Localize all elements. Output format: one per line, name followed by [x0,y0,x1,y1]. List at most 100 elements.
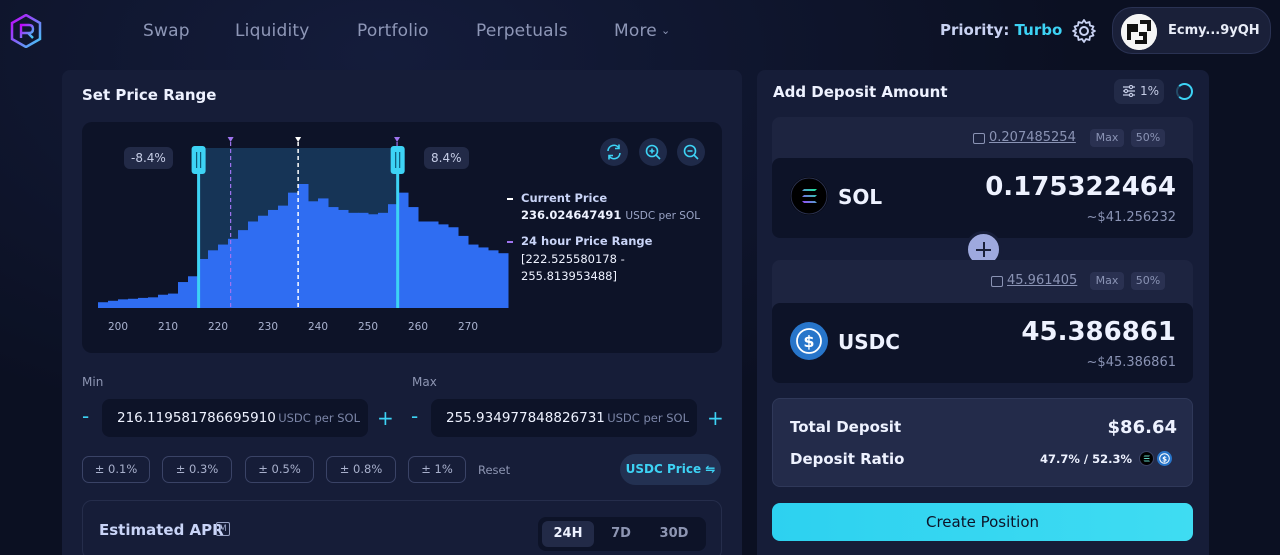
liquidity-bar [188,276,199,308]
refresh-chart-button[interactable] [600,138,628,166]
liquidity-bar [318,198,329,308]
wallet-button[interactable]: Ecmy...9yQH [1112,7,1271,54]
wallet-avatar-icon [1121,14,1157,50]
current-price-unit: USDC per SOL [625,210,701,222]
usdc-max-button[interactable]: Max [1090,272,1124,290]
liquidity-bar [488,250,499,308]
nav-more[interactable]: More ⌄ [614,21,670,41]
sol-symbol: SOL [838,185,883,209]
min-decrement-button[interactable]: - [82,406,89,426]
slippage-button[interactable]: 1% [1114,79,1164,104]
liquidity-bar [128,298,139,308]
min-increment-button[interactable]: + [377,408,394,428]
liquidity-bar [328,207,339,308]
usdc-amount-field[interactable]: $ USDC 45.386861 ~$45.386861 [772,303,1193,383]
nav-perpetuals[interactable]: Perpetuals [476,21,568,41]
sol-usd-value: ~$41.256232 [1086,210,1176,225]
sol-half-button[interactable]: 50% [1131,129,1165,147]
nav-swap[interactable]: Swap [143,21,190,41]
zoom-out-icon [683,144,699,160]
zoom-in-button[interactable] [639,138,667,166]
liquidity-bar [338,209,349,308]
liquidity-bar [448,227,459,308]
sol-balance[interactable]: 0.207485254 [989,130,1076,145]
min-price-unit: USDC per SOL [278,411,360,425]
min-price-input[interactable]: 216.119581786695910 USDC per SOL [102,399,368,437]
price-range-title: Set Price Range [82,86,217,104]
liquidity-bar [148,297,159,308]
top-navigation: Swap Liquidity Portfolio Perpetuals More… [0,0,1280,64]
deposit-ratio-label: Deposit Ratio [790,450,905,468]
priority-label: Priority: [940,21,1010,39]
range-marker-icon [394,137,401,142]
liquidity-bar [348,212,359,308]
max-price-unit: USDC per SOL [607,411,689,425]
apr-m-badge[interactable]: M [216,522,230,536]
sol-max-button[interactable]: Max [1090,129,1124,147]
min-price-value: 216.119581786695910 [117,410,276,426]
sol-token-icon [790,177,828,215]
priority-fee-selector[interactable]: Priority: Turbo [940,21,1062,39]
raydium-logo-icon[interactable] [10,14,42,48]
max-decrement-button[interactable]: - [411,406,418,426]
max-increment-button[interactable]: + [707,408,724,428]
tab-7d[interactable]: 7D [595,521,647,547]
liquidity-bar [218,244,229,308]
max-price-value: 255.934977848826731 [446,410,605,426]
svg-text:$: $ [803,332,814,351]
usdc-price-toggle[interactable]: USDC Price ⇋ [620,454,721,485]
sol-ratio-icon [1139,451,1154,466]
usdc-balance[interactable]: 45.961405 [1007,273,1077,288]
usdc-token-icon: $ [790,322,828,360]
liquidity-bar [498,253,509,308]
zoom-out-button[interactable] [677,138,705,166]
usdc-half-button[interactable]: 50% [1131,272,1165,290]
range-legend-line2: 255.813953488] [521,269,617,283]
gear-icon[interactable] [1071,18,1097,44]
liquidity-bar [258,215,269,308]
liquidity-bar [288,192,299,308]
preset-0-3-button[interactable]: ± 0.3% [162,456,232,483]
liquidity-bar [278,205,289,308]
total-deposit-value: $86.64 [1107,417,1177,438]
max-range-handle[interactable] [390,146,405,174]
wallet-icon [973,133,985,144]
tab-24h[interactable]: 24H [542,521,594,547]
refresh-icon [607,144,621,160]
priority-value: Turbo [1014,21,1063,39]
max-price-input[interactable]: 255.934977848826731 USDC per SOL [431,399,697,437]
preset-0-8-button[interactable]: ± 0.8% [326,456,396,483]
refresh-spinner-icon[interactable] [1176,83,1193,100]
range-legend-marker [507,241,513,243]
preset-1-button[interactable]: ± 1% [408,456,466,483]
liquidity-bar [468,244,479,308]
liquidity-bar [438,224,449,308]
x-tick-label: 270 [458,321,478,333]
sol-amount-field[interactable]: SOL 0.175322464 ~$41.256232 [772,158,1193,238]
sol-amount[interactable]: 0.175322464 [985,172,1176,202]
liquidity-bar [418,221,429,308]
preset-0-1-button[interactable]: ± 0.1% [82,456,150,483]
nav-liquidity[interactable]: Liquidity [235,21,310,41]
max-price-label: Max [412,375,437,389]
usdc-amount[interactable]: 45.386861 [1021,317,1176,347]
nav-portfolio[interactable]: Portfolio [357,21,429,41]
deposit-summary: Total Deposit $86.64 Deposit Ratio 47.7%… [772,398,1193,487]
tab-30d[interactable]: 30D [648,521,700,547]
liquidity-bar [178,282,189,308]
preset-0-5-button[interactable]: ± 0.5% [245,456,314,483]
create-position-button[interactable]: Create Position [772,503,1193,541]
nav-more-label: More [614,21,657,41]
liquidity-bar [298,184,309,308]
liquidity-bar [398,192,409,308]
current-price-legend-marker [507,198,513,200]
reset-button[interactable]: Reset [478,463,510,477]
liquidity-bar [98,302,109,308]
liquidity-chart[interactable]: 200 210 220 230 240 250 260 270 -8.4% 8.4% Curr… [82,122,722,353]
min-range-handle[interactable] [191,146,206,174]
sliders-icon [1123,85,1135,97]
sol-deposit-card: 0.207485254 Max 50% SOL 0.175322464 ~$41… [772,117,1193,238]
liquidity-bar [228,238,239,308]
usdc-symbol: USDC [838,330,900,354]
slippage-value: 1% [1140,84,1160,98]
